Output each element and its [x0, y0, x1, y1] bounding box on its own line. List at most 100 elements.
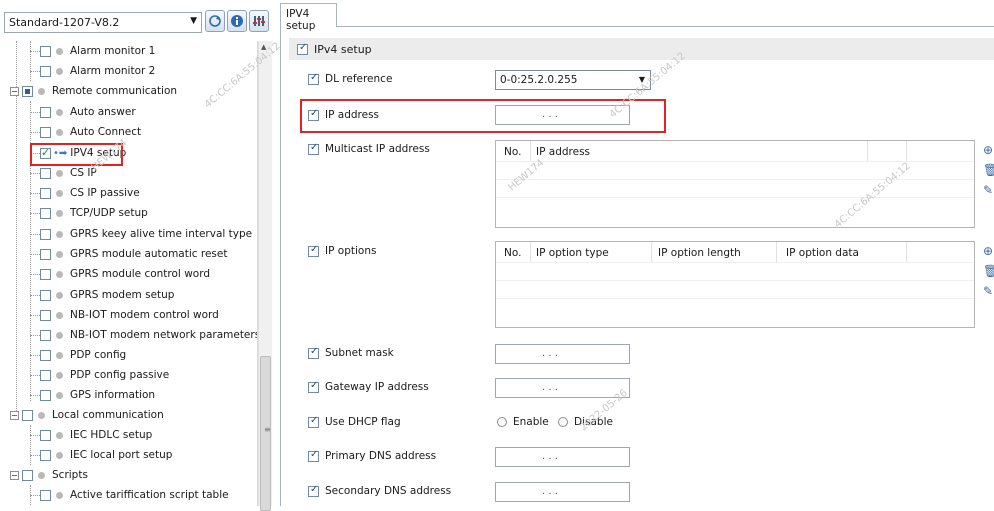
gateway-field: Gateway IP address [308, 380, 429, 393]
object-icon [56, 371, 63, 379]
tree-item[interactable]: CS IP [30, 163, 97, 183]
tree-checkbox[interactable] [40, 207, 51, 219]
edit-icon[interactable]: ✎ [983, 183, 993, 197]
object-icon [56, 331, 63, 339]
tree-checkbox[interactable] [40, 228, 51, 240]
tree-checkbox[interactable] [40, 65, 51, 77]
object-icon [56, 351, 63, 359]
grip-icon: ≡ [264, 425, 271, 434]
tree-group[interactable]: − Scripts [10, 465, 88, 485]
tree-group[interactable]: − Remote communication [10, 81, 177, 101]
settings-button[interactable] [249, 10, 269, 32]
tree-checkbox[interactable] [40, 329, 51, 341]
collapse-icon[interactable]: − [10, 470, 19, 480]
ip-options-checkbox[interactable] [308, 244, 319, 257]
tree-item[interactable]: PDP config [30, 345, 126, 365]
delete-icon[interactable]: 🗑 [983, 264, 994, 278]
secondary-dns-checkbox[interactable] [308, 484, 319, 497]
object-icon [56, 108, 63, 116]
gateway-input[interactable]: . . . [495, 378, 630, 398]
tree-item[interactable]: GPS information [30, 385, 155, 405]
object-icon [56, 291, 63, 299]
section-checkbox[interactable] [297, 42, 308, 55]
tree-item[interactable]: PDP config passive [30, 365, 169, 385]
tree-item[interactable]: Alarm monitor 1 [30, 41, 155, 61]
collapse-icon[interactable]: − [10, 86, 19, 96]
tree-checkbox[interactable] [40, 389, 51, 401]
delete-icon[interactable]: 🗑 [983, 163, 994, 177]
gateway-checkbox[interactable] [308, 380, 319, 393]
ip-options-table[interactable]: No. IP option type IP option length IP o… [495, 241, 975, 328]
tree-checkbox[interactable] [40, 309, 51, 321]
object-tree: Alarm monitor 1 Alarm monitor 2 − Remote … [0, 41, 258, 506]
subnet-mask-input[interactable]: . . . [495, 344, 630, 364]
tree-item[interactable]: GPRS module control word [30, 264, 210, 284]
tree-checkbox[interactable] [40, 126, 51, 138]
tree-item[interactable]: Alarm monitor 2 [30, 61, 155, 81]
object-icon [56, 451, 63, 459]
primary-dns-checkbox[interactable] [308, 449, 319, 462]
tree-checkbox[interactable] [40, 106, 51, 118]
tree-checkbox[interactable] [22, 85, 33, 97]
tree-item[interactable]: Auto Connect [30, 122, 141, 142]
tree-checkbox[interactable] [40, 248, 51, 260]
tree-scrollbar[interactable]: ▲ ≡ [258, 41, 272, 511]
object-icon [56, 250, 63, 258]
tree-item[interactable]: Auto answer [30, 102, 136, 122]
tree-item[interactable]: CS IP passive [30, 183, 140, 203]
object-icon [56, 270, 63, 278]
tree-checkbox[interactable] [40, 187, 51, 199]
edit-icon[interactable]: ✎ [983, 284, 993, 298]
scroll-thumb[interactable]: ≡ [260, 356, 271, 511]
radio-circle [497, 417, 507, 427]
tree-checkbox[interactable] [40, 45, 51, 57]
dhcp-enable-radio[interactable]: Enable [497, 416, 549, 428]
tree-checkbox[interactable] [40, 167, 51, 179]
tree-checkbox[interactable] [40, 369, 51, 381]
tree-checkbox[interactable] [40, 449, 51, 461]
tree-item[interactable]: NB-IOT modem network parameters [30, 325, 257, 345]
tree-item[interactable]: TCP/UDP setup [30, 203, 148, 223]
tree-checkbox[interactable] [40, 268, 51, 280]
add-row-icon[interactable]: ⊕ [983, 143, 993, 157]
collapse-icon[interactable]: − [10, 410, 19, 420]
object-icon [56, 491, 63, 499]
dl-reference-checkbox[interactable] [308, 72, 319, 85]
dl-reference-field: DL reference [308, 72, 392, 85]
object-icon [56, 391, 63, 399]
tree-item[interactable]: GPRS module automatic reset [30, 244, 228, 264]
tree-checkbox[interactable] [22, 409, 33, 421]
radio-circle [558, 417, 568, 427]
tree-group[interactable]: − Local communication [10, 405, 164, 425]
refresh-button[interactable] [205, 10, 225, 32]
tab-ipv4-setup[interactable]: IPV4 setup [280, 3, 337, 32]
tree-checkbox[interactable] [40, 289, 51, 301]
tree-item[interactable]: IEC local port setup [30, 445, 172, 465]
info-button[interactable] [227, 10, 247, 32]
primary-dns-input[interactable]: . . . [495, 447, 630, 467]
tree-item[interactable]: NB-IOT modem control word [30, 305, 219, 325]
tree-item[interactable]: GPRS keey alive time interval type [30, 224, 252, 244]
tree-checkbox[interactable] [40, 349, 51, 361]
object-icon [56, 311, 63, 319]
subnet-mask-checkbox[interactable] [308, 346, 319, 359]
tree-checkbox[interactable] [40, 429, 51, 441]
multicast-checkbox[interactable] [308, 142, 319, 155]
multicast-table[interactable]: No. IP address [495, 140, 975, 228]
dhcp-checkbox[interactable] [308, 415, 319, 428]
section-header: IPv4 setup [289, 38, 994, 60]
object-icon [56, 128, 63, 136]
object-icon [56, 189, 63, 197]
tree-item[interactable]: GPRS modem setup [30, 285, 174, 305]
tree-checkbox[interactable] [22, 469, 33, 481]
profile-select[interactable]: Standard-1207-V8.2 ▼ [4, 12, 202, 33]
navigation-panel: Standard-1207-V8.2 ▼ Alarm monitor 1 Ala… [0, 0, 272, 511]
secondary-dns-input[interactable]: . . . [495, 482, 630, 502]
object-icon [38, 87, 45, 95]
add-row-icon[interactable]: ⊕ [983, 244, 993, 258]
dl-reference-select[interactable]: 0-0:25.2.0.255 ▼ [495, 70, 651, 90]
object-icon [38, 411, 45, 419]
tree-item[interactable]: Active tariffication script table [30, 485, 229, 505]
tree-item[interactable]: IEC HDLC setup [30, 425, 152, 445]
tree-checkbox[interactable] [40, 489, 51, 501]
